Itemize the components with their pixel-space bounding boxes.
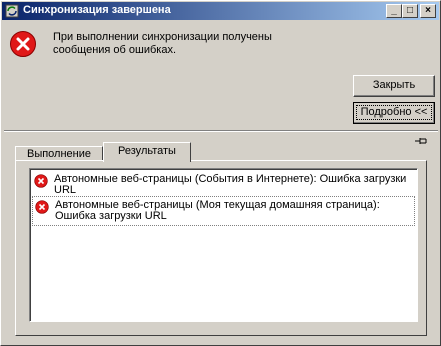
result-text: Автономные веб-страницы (Моя текущая дом… [55,199,380,222]
minimize-button[interactable]: _ [386,4,402,18]
close-window-button[interactable]: × [420,4,436,18]
error-icon [34,174,48,188]
error-icon [10,31,36,57]
tab-progress[interactable]: Выполнение [15,146,103,161]
separator [4,130,438,132]
error-message: При выполнении синхронизации получены со… [53,31,272,56]
results-list[interactable]: Автономные веб-страницы (События в Интер… [29,168,418,322]
close-button-label: Закрыть [372,79,416,91]
error-icon [35,200,49,214]
window-title: Синхронизация завершена [23,4,171,16]
tab-results[interactable]: Результаты [103,142,191,162]
result-text: Автономные веб-страницы (События в Интер… [54,173,407,196]
close-button[interactable]: Закрыть [353,75,435,97]
sync-complete-dialog: Синхронизация завершена _ □ × При выполн… [0,0,441,346]
sync-icon [5,4,19,18]
pin-icon[interactable] [414,135,428,147]
list-item[interactable]: Автономные веб-страницы (События в Интер… [32,171,415,196]
tab-progress-label: Выполнение [26,148,92,160]
details-button[interactable]: Подробно << [353,102,435,124]
list-item[interactable]: Автономные веб-страницы (Моя текущая дом… [32,196,415,226]
tab-results-label: Результаты [118,145,176,157]
maximize-button[interactable]: □ [402,4,418,18]
details-button-label: Подробно << [355,105,433,120]
title-bar[interactable]: Синхронизация завершена _ □ × [2,2,439,20]
